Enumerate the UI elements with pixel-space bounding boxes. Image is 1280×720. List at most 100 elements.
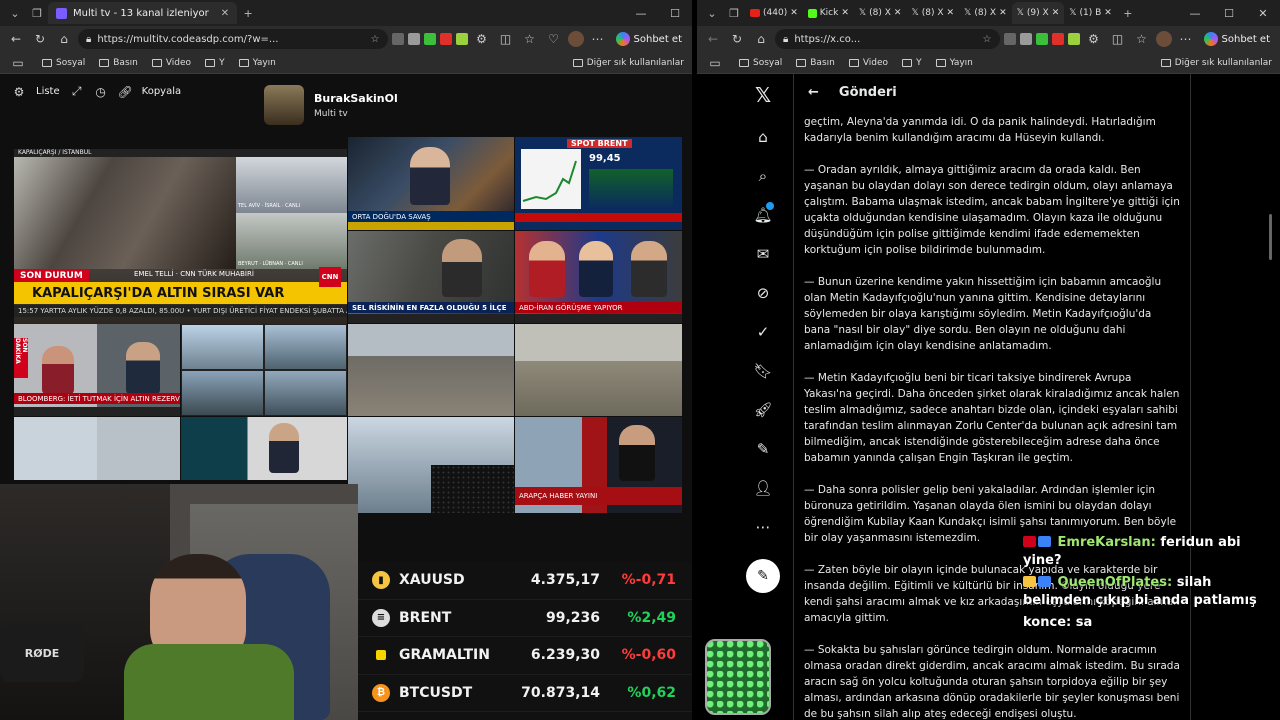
minimize-icon[interactable]: — — [624, 7, 658, 20]
video-tile-bloomberg[interactable]: SON DAKİKA BLOOMBERG: İETİ TUTMAK İÇİN A… — [14, 324, 180, 416]
new-tab-icon[interactable]: + — [1117, 2, 1139, 24]
back-icon[interactable]: ← — [703, 32, 723, 46]
tab-x-active[interactable]: 𝕏 (9) X ✕ — [1011, 2, 1065, 24]
home-icon[interactable]: ⌂ — [54, 32, 74, 46]
new-tab-icon[interactable]: + — [237, 2, 259, 24]
video-tile-cnn-turk[interactable]: KAPALIÇARŞI / İSTANBUL TEL AVİV · İSRAİL… — [14, 149, 347, 324]
tab-actions-icon[interactable]: ⌄ — [4, 2, 26, 24]
split-screen-icon[interactable]: ◫ — [496, 32, 516, 46]
tab-x[interactable]: 𝕏 (8) X ✕ — [854, 2, 907, 24]
video-tile-flood[interactable]: SEL RİSKİNİN EN FAZLA OLDUĞU 5 İLÇE — [348, 231, 514, 323]
close-tab-icon[interactable]: ✕ — [999, 8, 1007, 18]
extension-icon[interactable] — [407, 33, 420, 45]
video-tile-skyline[interactable] — [348, 324, 514, 416]
split-screen-icon[interactable]: ◫ — [1108, 32, 1128, 46]
rocket-icon[interactable]: 🚀︎ — [750, 397, 776, 423]
maximize-icon[interactable]: ☐ — [658, 7, 692, 20]
tab-x[interactable]: 𝕏 (8) X ✕ — [959, 2, 1012, 24]
video-tile-politics[interactable]: ABD-İRAN GÖRÜŞME YAPIYOR — [515, 231, 682, 323]
tab-x[interactable]: 𝕏 (1) B ✕ — [1064, 2, 1117, 24]
reload-icon[interactable]: ↻ — [30, 32, 50, 46]
articles-icon[interactable]: ✎ — [750, 436, 776, 462]
bookmark-folder[interactable]: Y — [205, 58, 225, 68]
video-tile-haze-city[interactable] — [515, 324, 682, 416]
favorite-star-icon[interactable]: ☆ — [371, 34, 380, 45]
bookmark-folder[interactable]: Video — [848, 58, 888, 68]
compose-post-button[interactable]: ✎ — [746, 559, 780, 593]
extensions-icon[interactable]: ⚙ — [472, 32, 492, 46]
reload-icon[interactable]: ↻ — [727, 32, 747, 46]
favorite-star-icon[interactable]: ☆ — [983, 34, 992, 45]
extensions-icon[interactable]: ⚙ — [1084, 32, 1104, 46]
collections-icon[interactable]: ♡ — [544, 32, 564, 46]
bookmark-folder[interactable]: Basın — [796, 58, 835, 68]
more-icon[interactable]: ⋯ — [1176, 32, 1196, 46]
notifications-bell-icon[interactable]: 🔔︎ — [750, 202, 776, 228]
tab-actions-icon[interactable]: ⌄ — [701, 2, 723, 24]
video-tile-brent-chart[interactable]: SPOT BRENT 99,45 — [515, 137, 682, 230]
tab-multitv[interactable]: Multi tv - 13 kanal izleniyor ✕ — [48, 2, 238, 24]
scrollbar[interactable] — [1269, 214, 1272, 260]
workspaces-icon[interactable]: ❐ — [723, 2, 745, 24]
other-bookmarks[interactable]: Diğer sık kullanılanlar — [1160, 58, 1272, 68]
bookmarks-icon[interactable]: 🔖︎ — [750, 358, 776, 384]
settings-gear-icon[interactable]: ⚙ — [12, 85, 26, 99]
bookmark-folder[interactable]: Video — [151, 58, 191, 68]
close-tab-icon[interactable]: ✕ — [1104, 8, 1112, 18]
bookmark-folder[interactable]: Sosyal — [739, 58, 782, 68]
close-tab-icon[interactable]: ✕ — [790, 8, 798, 18]
bookmark-folder[interactable]: Sosyal — [42, 58, 85, 68]
price-row[interactable]: ≡ BRENT 99,236 %2,49 — [358, 600, 692, 637]
timer-icon[interactable]: ◷ — [94, 85, 108, 99]
favorites-menu-icon[interactable]: ▭ — [705, 56, 725, 70]
profile-icon[interactable]: 👤︎ — [750, 475, 776, 501]
tab-kick[interactable]: Kick ✕ — [803, 2, 854, 24]
other-bookmarks[interactable]: Diğer sık kullanılanlar — [572, 58, 684, 68]
url-field[interactable]: 🔒︎ https://multitv.codeasdp.com/?w=... ☆ — [78, 29, 388, 49]
link-icon[interactable]: 🔗︎ — [118, 85, 133, 99]
video-tile-city-cams[interactable] — [181, 324, 347, 416]
video-tile-city-split[interactable] — [14, 417, 180, 480]
copilot-button[interactable]: Sohbet et — [612, 32, 686, 46]
bookmark-folder[interactable]: Basın — [99, 58, 138, 68]
favorites-icon[interactable]: ☆ — [520, 32, 540, 46]
url-field[interactable]: 🔒︎ https://x.co... ☆ — [775, 29, 1000, 49]
favorites-menu-icon[interactable]: ▭ — [8, 56, 28, 70]
x-logo-icon[interactable]: 𝕏 — [750, 82, 776, 108]
messages-icon[interactable]: ✉ — [750, 241, 776, 267]
extension-icon[interactable] — [391, 33, 404, 45]
video-tile-bridge[interactable] — [348, 417, 514, 513]
more-circle-icon[interactable]: ⋯ — [750, 514, 776, 540]
grok-icon[interactable]: ⊘ — [750, 280, 776, 306]
search-icon[interactable]: ⌕ — [750, 163, 776, 189]
close-tab-icon[interactable]: ✕ — [947, 8, 955, 18]
copilot-button[interactable]: Sohbet et — [1200, 32, 1274, 46]
profile-avatar[interactable] — [567, 31, 584, 47]
extension-icon[interactable] — [1035, 33, 1048, 45]
fullscreen-icon[interactable]: ⤢ — [70, 84, 84, 99]
favorites-icon[interactable]: ☆ — [1132, 32, 1152, 46]
tab-youtube[interactable]: (440) ✕ — [745, 2, 803, 24]
extension-icon[interactable] — [439, 33, 452, 45]
extension-icon[interactable] — [1019, 33, 1032, 45]
maximize-icon[interactable]: ☐ — [1212, 7, 1246, 20]
video-tile-arabic-news[interactable]: ARAPÇA HABER YAYINI — [515, 417, 682, 513]
close-window-icon[interactable]: ✕ — [1246, 7, 1280, 20]
extension-icon[interactable] — [1051, 33, 1064, 45]
extension-icon[interactable] — [1003, 33, 1016, 45]
price-row[interactable]: ₿ BTCUSDT 70.873,14 %0,62 — [358, 675, 692, 712]
bookmark-folder[interactable]: Yayın — [935, 58, 973, 68]
extension-icon[interactable] — [1067, 33, 1080, 45]
extension-icon[interactable] — [455, 33, 468, 45]
back-icon[interactable]: ← — [6, 32, 26, 46]
home-icon[interactable]: ⌂ — [750, 124, 776, 150]
tab-x[interactable]: 𝕏 (8) X ✕ — [906, 2, 959, 24]
copy-button[interactable]: Kopyala — [142, 86, 181, 97]
back-arrow-icon[interactable]: ← — [808, 85, 819, 100]
close-tab-icon[interactable]: ✕ — [841, 8, 849, 18]
more-icon[interactable]: ⋯ — [588, 32, 608, 46]
bookmark-folder[interactable]: Y — [902, 58, 922, 68]
close-tab-icon[interactable]: ✕ — [221, 8, 229, 19]
price-row[interactable]: ▮ XAUUSD 4.375,17 %-0,71 — [358, 562, 692, 600]
home-icon[interactable]: ⌂ — [751, 32, 771, 46]
